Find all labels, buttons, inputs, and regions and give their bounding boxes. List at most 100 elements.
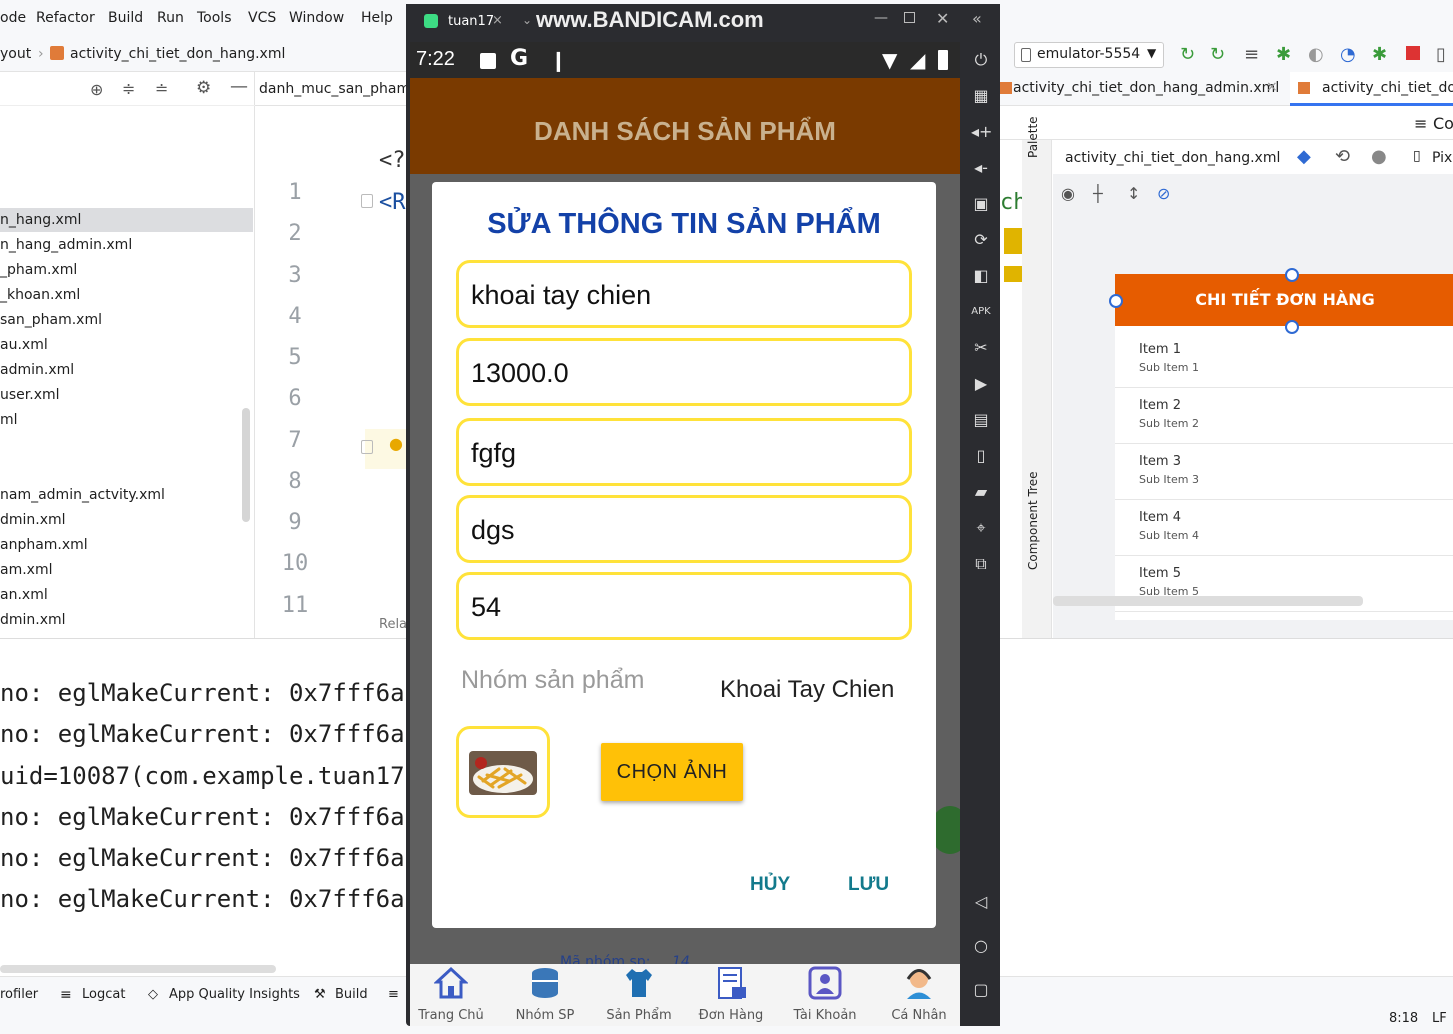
margin-icon[interactable]: ┼ <box>1093 184 1103 203</box>
project-file[interactable]: n_hang.xml <box>0 208 253 232</box>
debug-icon[interactable]: ✱ <box>1276 44 1291 65</box>
tool-logcat[interactable]: Logcat <box>82 987 125 1002</box>
description-input[interactable] <box>471 433 891 473</box>
project-file[interactable]: _khoan.xml <box>0 283 253 307</box>
breadcrumb-layout[interactable]: yout <box>0 46 31 62</box>
constraint-handle[interactable] <box>1285 320 1299 334</box>
line-ending[interactable]: LF <box>1432 1011 1447 1026</box>
minimize-icon[interactable]: — <box>874 10 888 26</box>
snapshot-icon[interactable]: ▤ <box>971 410 991 430</box>
preview-list-item[interactable]: Item 3 Sub Item 3 <box>1115 444 1453 500</box>
project-file[interactable]: n_hang_admin.xml <box>0 233 253 257</box>
fold-icon[interactable] <box>361 440 373 454</box>
nav-accounts[interactable]: Tài Khoản <box>780 964 870 1026</box>
folder-icon[interactable]: ▰ <box>971 482 991 502</box>
home-button-icon[interactable]: ○ <box>971 936 991 956</box>
menu-window[interactable]: Window <box>289 10 344 26</box>
design-file-dropdown[interactable]: activity_chi_tiet_don_hang.xml <box>1065 150 1280 166</box>
profile-icon[interactable]: ◐ <box>1308 44 1324 65</box>
volume-up-icon[interactable]: ◂+ <box>971 122 992 142</box>
breadcrumb-file[interactable]: activity_chi_tiet_don_hang.xml <box>70 46 285 62</box>
product-name-input[interactable] <box>471 275 891 315</box>
project-file[interactable]: dmin.xml <box>0 608 253 632</box>
vertical-resize-icon[interactable]: ↕ <box>1127 184 1140 203</box>
close-icon[interactable]: ✕ <box>936 9 949 28</box>
nav-home[interactable]: Trang Chủ <box>410 964 496 1026</box>
orientation-icon[interactable]: ⟲ <box>1335 146 1350 167</box>
menu-run[interactable]: Run <box>157 10 184 26</box>
code-view-label[interactable]: Co <box>1433 114 1453 133</box>
menu-vcs[interactable]: VCS <box>248 10 276 26</box>
tab-admin-layout[interactable]: activity_chi_tiet_don_hang_admin.xml <box>1013 80 1279 96</box>
multi-display-icon[interactable]: ▯ <box>971 446 991 466</box>
device-selector[interactable]: emulator-5554 ▼ <box>1014 42 1164 68</box>
preview-list-item[interactable]: Item 2 Sub Item 2 <box>1115 388 1453 444</box>
save-button[interactable]: LƯU <box>848 874 889 896</box>
device-label[interactable]: Pix <box>1432 150 1452 166</box>
collapse-icon[interactable]: « <box>972 9 982 28</box>
preview-title[interactable]: CHI TIẾT ĐƠN HÀNG <box>1115 274 1453 326</box>
quantity-field[interactable] <box>456 572 912 640</box>
project-file[interactable]: user.xml <box>0 383 253 407</box>
description-field[interactable] <box>456 418 912 486</box>
maximize-icon[interactable] <box>904 12 915 23</box>
code-line[interactable]: <? <box>379 148 406 173</box>
close-icon[interactable]: × <box>1266 79 1278 95</box>
product-image[interactable] <box>456 726 550 818</box>
tool-build[interactable]: Build <box>335 987 368 1002</box>
component-tree-label[interactable]: Component Tree <box>1026 472 1040 570</box>
fold-icon[interactable] <box>361 194 373 208</box>
preview-list-item[interactable]: Item 1 Sub Item 1 <box>1115 332 1453 388</box>
gear-icon[interactable]: ⚙ <box>196 78 211 98</box>
editor-tab[interactable]: danh_muc_san_pham.x <box>255 72 410 106</box>
minimize-icon[interactable]: — <box>230 76 248 97</box>
project-file[interactable]: ml <box>0 408 253 432</box>
eye-icon[interactable]: ◉ <box>1061 184 1075 203</box>
extended-controls-icon[interactable]: ⧉ <box>971 554 991 574</box>
device-icon[interactable]: ▯ <box>1413 148 1421 164</box>
price-field[interactable] <box>456 338 912 406</box>
project-file[interactable]: admin.xml <box>0 358 253 382</box>
rerun-icon[interactable]: ↻ <box>1180 44 1195 65</box>
lightbulb-icon[interactable]: ● <box>389 434 403 453</box>
nav-personal[interactable]: Cá Nhân <box>874 964 960 1026</box>
project-file[interactable]: san_pham.xml <box>0 308 253 332</box>
apply-changes-icon[interactable]: ↻ <box>1210 44 1225 65</box>
apk-icon[interactable]: APK <box>971 302 991 322</box>
constraint-handle[interactable] <box>1285 268 1299 282</box>
nav-orders[interactable]: Đơn Hàng <box>686 964 776 1026</box>
editor-mode-tab[interactable]: Rela <box>379 617 407 632</box>
menu-code[interactable]: ode <box>0 10 26 26</box>
project-file[interactable]: an.xml <box>0 583 253 607</box>
palette-label[interactable]: Palette <box>1026 116 1040 158</box>
menu-help[interactable]: Help <box>361 10 393 26</box>
locate-icon[interactable]: ⊕ <box>90 80 103 99</box>
cursor-position[interactable]: 8:18 <box>1389 1011 1418 1026</box>
constraint-handle[interactable] <box>1109 294 1123 308</box>
project-file[interactable]: au.xml <box>0 333 253 357</box>
quantity-input[interactable] <box>471 587 891 627</box>
nav-group[interactable]: Nhóm SP <box>500 964 590 1026</box>
console-scrollbar[interactable] <box>0 965 276 973</box>
keyboard-icon[interactable]: ▦ <box>971 86 991 106</box>
project-file[interactable]: nam_admin_actvity.xml <box>0 483 253 507</box>
chevron-down-icon[interactable]: ⌄ <box>522 13 532 27</box>
fold-icon[interactable]: ◧ <box>971 266 991 286</box>
project-file[interactable]: am.xml <box>0 558 253 582</box>
project-file[interactable]: dmin.xml <box>0 508 253 532</box>
group-spinner[interactable]: Khoai Tay Chien <box>720 676 894 704</box>
magnet-icon[interactable]: ⊘ <box>1157 184 1170 203</box>
project-file[interactable]: anpham.xml <box>0 533 253 557</box>
menu-build[interactable]: Build <box>108 10 143 26</box>
project-scrollbar[interactable] <box>242 408 250 522</box>
list-icon[interactable]: ≡ <box>1244 44 1259 65</box>
attach-debugger-icon[interactable]: ✱ <box>1372 44 1387 65</box>
product-name-field[interactable] <box>456 260 912 328</box>
theme-icon[interactable]: ● <box>1371 146 1387 167</box>
code-view-icon[interactable]: ≡ <box>1414 114 1427 133</box>
cancel-button[interactable]: HỦY <box>750 874 790 896</box>
price-input[interactable] <box>471 353 891 393</box>
code-line[interactable]: <R <box>379 190 406 215</box>
layers-icon[interactable]: ◆ <box>1297 146 1311 167</box>
overview-icon[interactable]: ▢ <box>971 980 991 1000</box>
